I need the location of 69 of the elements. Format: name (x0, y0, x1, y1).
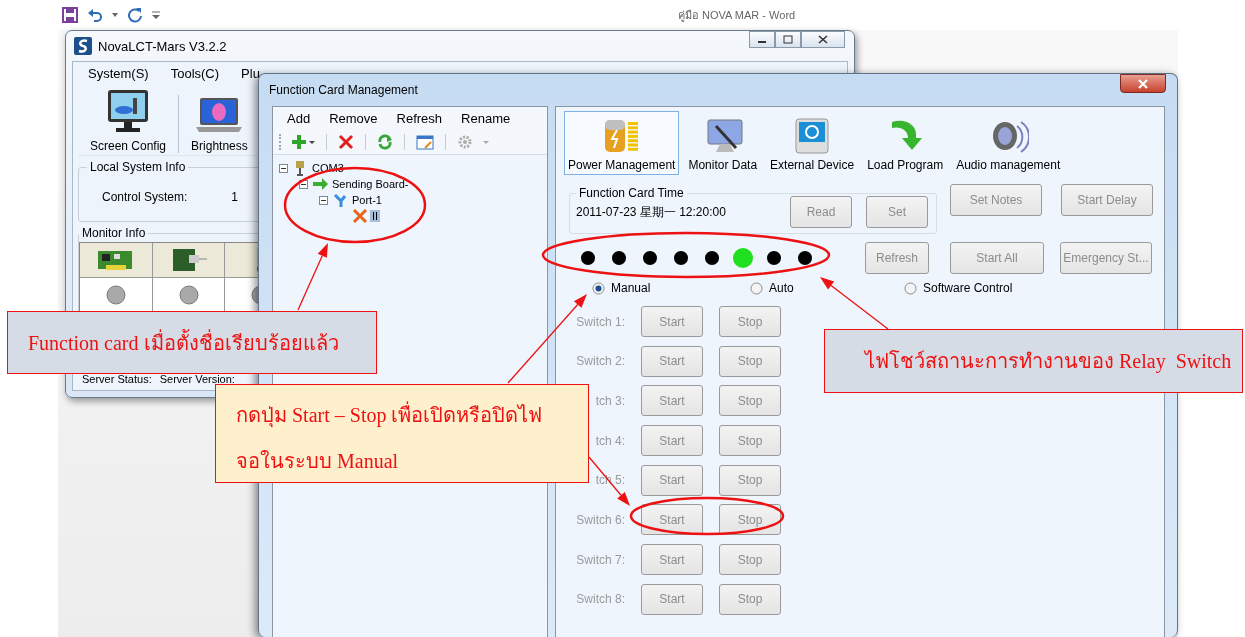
callout-text: จอในระบบ Manual (236, 449, 400, 474)
tree-item[interactable]: Port-1 (350, 194, 384, 206)
port-icon (332, 192, 348, 208)
arrow-icon (312, 176, 328, 192)
radio-button[interactable] (592, 281, 605, 295)
app-logo-icon (74, 37, 92, 55)
menu-item[interactable]: Tools(C) (170, 66, 220, 81)
radio-button[interactable] (904, 281, 917, 295)
expander-icon[interactable] (279, 163, 288, 173)
window-title: Function Card Management (269, 83, 418, 97)
field-value: 1 (231, 190, 239, 204)
group-title: Local System Info (89, 160, 187, 174)
refresh-icon[interactable] (377, 134, 393, 150)
delete-icon[interactable] (338, 134, 354, 150)
edit-window-icon[interactable] (416, 133, 434, 151)
undo-icon[interactable] (87, 7, 103, 23)
expander-icon[interactable] (299, 179, 308, 189)
menu-item[interactable]: Plu (241, 66, 260, 81)
callout-text: ไฟโชว์สถานะการทำงานของ Relay Switch (865, 349, 1233, 375)
close-button[interactable] (801, 31, 845, 48)
add-icon[interactable] (291, 134, 315, 150)
switch-label: Switch 2: (575, 354, 625, 369)
close-icon (817, 35, 829, 44)
status-light-icon (178, 285, 199, 305)
document-title: คู่มือ NOVA MAR - Word (678, 8, 796, 24)
menu-item[interactable]: Add (287, 111, 311, 126)
window-title: NovaLCT-Mars V3.2.2 (98, 38, 227, 54)
tool-tab[interactable]: Audio management (952, 111, 1065, 175)
switch-label: tch 3: (594, 393, 625, 408)
tool-tab[interactable]: Monitor Data (684, 111, 762, 175)
radio-label: Auto (769, 281, 794, 295)
switch-label: Switch 8: (575, 592, 625, 607)
redo-icon[interactable] (127, 7, 143, 23)
switch-label: Switch 6: (575, 512, 625, 527)
radio-button[interactable] (750, 281, 763, 295)
switch-label: Switch 1: (575, 314, 625, 329)
save-icon[interactable] (62, 7, 78, 23)
callout-text: กดปุ่ม Start – Stop เพื่อเปิดหรือปิดไฟ (236, 399, 588, 431)
minimize-button[interactable] (749, 31, 775, 48)
callout-text: Function card เมื่อตั้งชื่อเรียบร้อยแล้ว (28, 328, 340, 356)
switch-label: Switch 7: (575, 552, 625, 567)
expander-icon[interactable] (319, 195, 328, 205)
switch-label: tch 4: (594, 433, 625, 448)
status-text: Server Version: (159, 374, 235, 384)
toolbar-button[interactable]: Brightness (189, 96, 250, 155)
customize-icon[interactable] (152, 11, 160, 19)
tree-item[interactable]: Sending Board- (330, 178, 411, 190)
radio-label: Software Control (923, 281, 1013, 295)
toolbar-button[interactable]: Screen Config (88, 88, 169, 155)
time-value: 2011-07-23 星期一 12:20:00 (576, 203, 727, 221)
tool-tab[interactable]: External Device (766, 111, 859, 175)
menu-item[interactable]: Remove (329, 111, 378, 126)
tree-item[interactable]: II (370, 210, 381, 222)
tool-tab[interactable]: Load Program (863, 111, 948, 175)
menu-item[interactable]: System(S) (88, 66, 149, 81)
group-title: Function Card Time (578, 186, 685, 200)
radio-label: Manual (611, 281, 651, 295)
status-text: Server Status: (82, 374, 152, 384)
field-label: Control System: (102, 190, 188, 204)
maximize-icon (782, 35, 794, 44)
menu-item[interactable]: Refresh (396, 111, 443, 126)
menu-item[interactable]: Rename (461, 111, 511, 126)
caret-icon[interactable] (112, 13, 118, 17)
tool-tab[interactable]: Power Management (564, 111, 680, 175)
group-title: Monitor Info (81, 226, 147, 240)
close-icon (1137, 78, 1149, 89)
tool-icon (352, 208, 368, 224)
close-button[interactable] (1120, 74, 1166, 93)
status-light-icon (106, 285, 126, 305)
